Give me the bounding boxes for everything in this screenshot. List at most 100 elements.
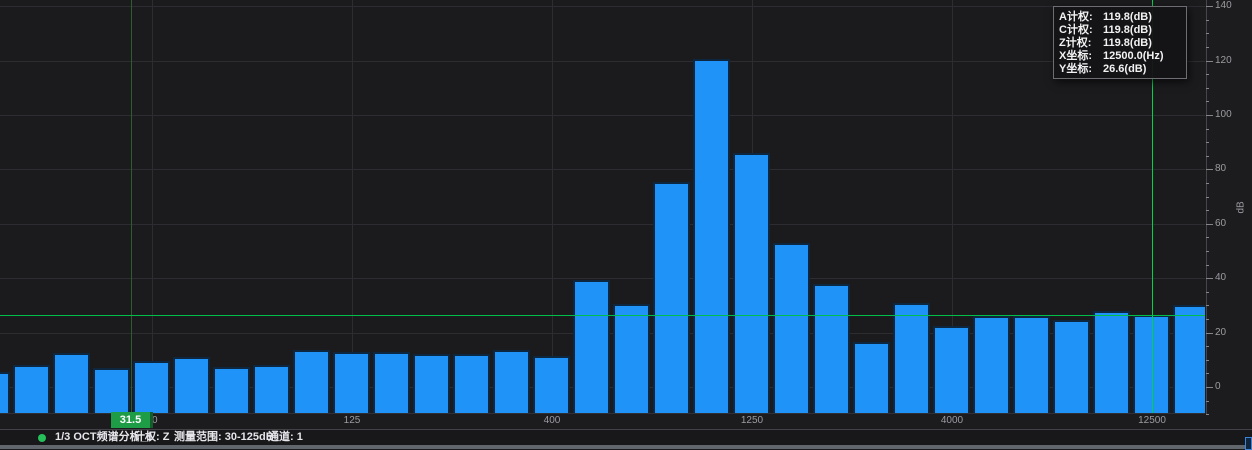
bar-6300Hz[interactable] xyxy=(1013,316,1050,413)
readout-value: 119.8(dB) xyxy=(1103,24,1181,36)
y-tick-label: 0 xyxy=(1215,381,1249,393)
x-tick-label: 125 xyxy=(322,414,382,427)
readout-label: Z计权: xyxy=(1059,37,1103,49)
channel-label: 通道: 1 xyxy=(268,430,303,445)
y-minor-tick xyxy=(1206,237,1209,238)
bar-1250Hz[interactable] xyxy=(733,153,770,413)
h-gridline xyxy=(0,224,1205,225)
readout-value: 12500.0(Hz) xyxy=(1103,50,1181,62)
h-gridline xyxy=(0,61,1205,62)
readout-row-z-weight: Z计权: 119.8(dB) xyxy=(1059,37,1181,49)
y-minor-tick xyxy=(1206,360,1209,361)
bar-100Hz[interactable] xyxy=(293,350,330,413)
spectrum-analyzer-panel: 020406080100120140 dB 401254001250400012… xyxy=(0,0,1252,449)
bar-200Hz[interactable] xyxy=(413,354,450,413)
readout-row-a-weight: A计权: 119.8(dB) xyxy=(1059,11,1181,23)
x-tick-label: 4000 xyxy=(922,414,982,427)
bar-4000Hz[interactable] xyxy=(933,326,970,413)
y-tick-label: 140 xyxy=(1215,0,1249,12)
y-major-tick xyxy=(1206,6,1213,7)
bar-1000Hz[interactable] xyxy=(693,59,730,413)
bar-3150Hz[interactable] xyxy=(893,303,930,413)
v-gridline xyxy=(552,0,553,413)
bar-25Hz[interactable] xyxy=(53,353,90,413)
y-axis-line xyxy=(1206,0,1207,414)
bar-5000Hz[interactable] xyxy=(973,316,1010,413)
y-minor-tick xyxy=(1206,292,1209,293)
readout-row-c-weight: C计权: 119.8(dB) xyxy=(1059,24,1181,36)
readout-row-y-coord: Y坐标: 26.6(dB) xyxy=(1059,63,1181,75)
y-axis-unit-label: dB xyxy=(1236,194,1247,214)
bar-800Hz[interactable] xyxy=(653,182,690,413)
readout-panel: A计权: 119.8(dB) C计权: 119.8(dB) Z计权: 119.8… xyxy=(1053,6,1187,79)
readout-value: 119.8(dB) xyxy=(1103,11,1181,23)
y-major-tick xyxy=(1206,169,1213,170)
readout-value: 26.6(dB) xyxy=(1103,63,1181,75)
readout-label: A计权: xyxy=(1059,11,1103,23)
y-minor-tick xyxy=(1206,47,1209,48)
bar-1600Hz[interactable] xyxy=(773,243,810,413)
y-minor-tick xyxy=(1206,88,1209,89)
y-minor-tick xyxy=(1206,265,1209,266)
y-minor-tick xyxy=(1206,414,1209,415)
readout-label: X坐标: xyxy=(1059,50,1103,62)
bar-160Hz[interactable] xyxy=(373,352,410,413)
y-major-tick xyxy=(1206,115,1213,116)
y-major-tick xyxy=(1206,333,1213,334)
series-color-dot xyxy=(38,434,46,442)
bar-2000Hz[interactable] xyxy=(813,284,850,413)
y-major-tick xyxy=(1206,387,1213,388)
y-minor-tick xyxy=(1206,210,1209,211)
readout-label: C计权: xyxy=(1059,24,1103,36)
y-minor-tick xyxy=(1206,373,1209,374)
bar-630Hz[interactable] xyxy=(613,304,650,413)
bar-16000Hz[interactable] xyxy=(1173,305,1205,413)
y-minor-tick xyxy=(1206,156,1209,157)
bar-80Hz[interactable] xyxy=(253,365,290,413)
measure-range-label: 测量范围: 30-125dB xyxy=(174,430,274,445)
y-tick-label: 120 xyxy=(1215,55,1249,67)
y-major-tick xyxy=(1206,224,1213,225)
y-minor-tick xyxy=(1206,183,1209,184)
y-tick-label: 100 xyxy=(1215,109,1249,121)
h-gridline xyxy=(0,6,1205,7)
bottom-scrollbar-track[interactable] xyxy=(0,445,1252,449)
bar-400Hz[interactable] xyxy=(533,356,570,413)
readout-row-x-coord: X坐标: 12500.0(Hz) xyxy=(1059,50,1181,62)
bar-40Hz[interactable] xyxy=(133,361,170,413)
bar-500Hz[interactable] xyxy=(573,280,610,413)
y-minor-tick xyxy=(1206,401,1209,402)
bar-8000Hz[interactable] xyxy=(1053,320,1090,413)
cursor-freq-badge: 31.5 xyxy=(111,412,153,428)
y-minor-tick xyxy=(1206,129,1209,130)
bar-16Hz[interactable] xyxy=(0,372,10,413)
bar-250Hz[interactable] xyxy=(453,354,490,413)
y-major-tick xyxy=(1206,61,1213,62)
y-tick-label: 60 xyxy=(1215,218,1249,230)
y-minor-tick xyxy=(1206,305,1209,306)
bar-50Hz[interactable] xyxy=(173,357,210,413)
marker-line-left[interactable] xyxy=(131,0,132,413)
bar-31.5Hz[interactable] xyxy=(93,368,130,413)
status-bar: 1/3 OCT频谱分析_1 计权: Z 测量范围: 30-125dB 通道: 1 xyxy=(0,430,1252,445)
bar-315Hz[interactable] xyxy=(493,350,530,413)
y-minor-tick xyxy=(1206,101,1209,102)
y-tick-label: 20 xyxy=(1215,327,1249,339)
y-minor-tick xyxy=(1206,142,1209,143)
y-minor-tick xyxy=(1206,33,1209,34)
y-minor-tick xyxy=(1206,251,1209,252)
bar-10000Hz[interactable] xyxy=(1093,311,1130,413)
bar-63Hz[interactable] xyxy=(213,367,250,413)
bar-20Hz[interactable] xyxy=(13,365,50,413)
crosshair-hline[interactable] xyxy=(0,315,1205,316)
y-minor-tick xyxy=(1206,319,1209,320)
x-tick-label: 1250 xyxy=(722,414,782,427)
bar-2500Hz[interactable] xyxy=(853,342,890,413)
h-gridline xyxy=(0,169,1205,170)
scrollbar-thumb[interactable] xyxy=(1245,437,1252,450)
plot-area[interactable] xyxy=(0,0,1205,413)
bar-125Hz[interactable] xyxy=(333,352,370,413)
y-minor-tick xyxy=(1206,74,1209,75)
h-gridline xyxy=(0,115,1205,116)
y-major-tick xyxy=(1206,278,1213,279)
